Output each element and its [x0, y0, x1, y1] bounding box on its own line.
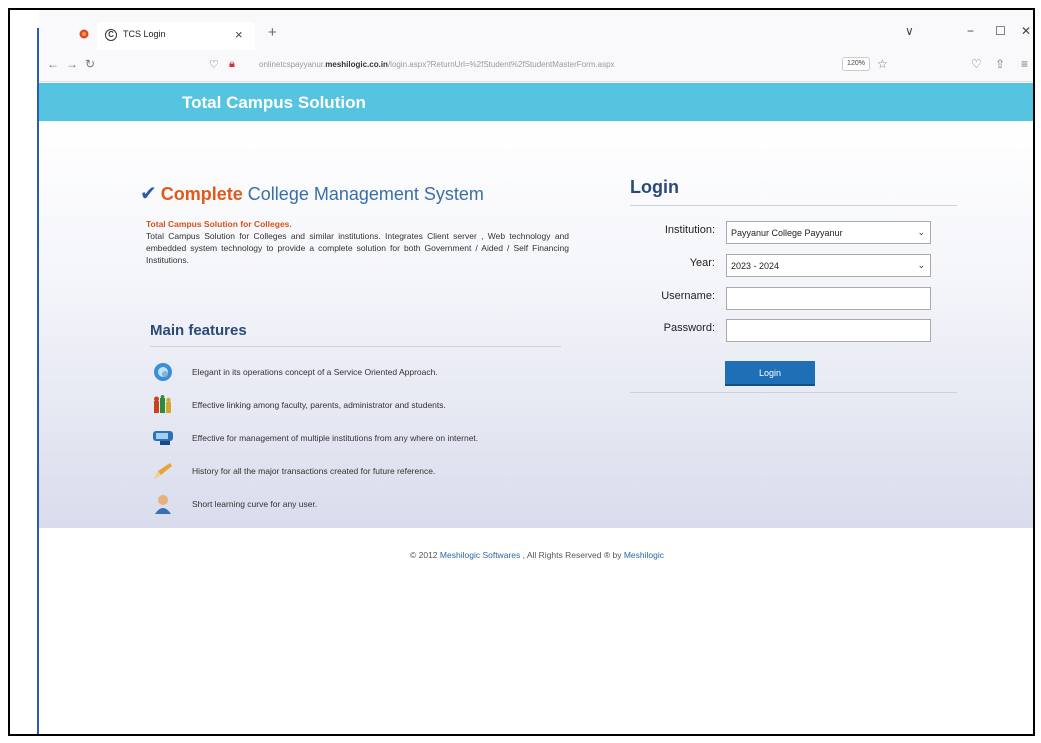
- login-divider: [630, 205, 957, 206]
- password-field[interactable]: [726, 319, 931, 342]
- checkmark-icon: ✔: [140, 183, 157, 205]
- tab-tcs-login[interactable]: C TCS Login ×: [97, 22, 255, 50]
- institution-selected-value: Payyanur College Payyanur: [731, 228, 843, 238]
- menu-icon[interactable]: ≡: [1021, 57, 1028, 71]
- browser-window: C TCS Login × + ∨ − ☐ ✕ ← → ↻ ♡ 🔒︎ onlin…: [8, 8, 1035, 736]
- intro-subtitle: Total Campus Solution for Colleges.: [146, 219, 292, 229]
- tab-title: TCS Login: [123, 29, 166, 39]
- minimize-icon[interactable]: −: [967, 24, 974, 38]
- year-selected-value: 2023 - 2024: [731, 261, 780, 271]
- people-icon: [154, 395, 171, 413]
- maximize-icon[interactable]: ☐: [995, 24, 1006, 38]
- tab-strip: C TCS Login × + ∨ − ☐ ✕: [39, 10, 1033, 50]
- bookmark-star-icon[interactable]: ☆: [877, 57, 888, 71]
- footer-brand-link[interactable]: Meshilogic: [624, 550, 664, 560]
- features-title: Main features: [150, 322, 247, 339]
- footer-copyright: © 2012: [410, 550, 438, 560]
- close-window-icon[interactable]: ✕: [1021, 24, 1031, 38]
- address-bar[interactable]: onlinetcspayyanur.meshilogic.co.in/login…: [259, 60, 615, 69]
- features-divider: [150, 346, 561, 347]
- chevron-down-icon: ⌄: [917, 260, 925, 270]
- footer-rights: , All Rights Reserved ® by: [522, 550, 622, 560]
- cms-heading-highlight: Complete: [160, 184, 243, 204]
- institution-select[interactable]: Payyanur College Payyanur ⌄: [726, 221, 931, 244]
- username-label: Username:: [661, 290, 715, 302]
- chevron-down-icon: ⌄: [917, 227, 925, 237]
- close-tab-icon[interactable]: ×: [235, 27, 243, 42]
- user-icon: [155, 495, 171, 514]
- extensions-icon[interactable]: ⇧: [995, 57, 1005, 71]
- shield-icon[interactable]: ♡: [209, 58, 219, 71]
- login-button[interactable]: Login: [725, 361, 815, 386]
- cms-heading: ✔ Complete College Management System: [140, 181, 484, 206]
- pencil-icon: [154, 463, 172, 479]
- navigation-bar: ← → ↻ ♡ 🔒︎ onlinetcspayyanur.meshilogic.…: [39, 50, 1033, 82]
- chevron-down-icon[interactable]: ∨: [905, 24, 914, 38]
- year-select[interactable]: 2023 - 2024 ⌄: [726, 254, 931, 277]
- page-footer: © 2012 Meshilogic Softwares , All Rights…: [39, 550, 1033, 560]
- forward-icon[interactable]: →: [66, 57, 78, 71]
- firefox-icon[interactable]: [79, 29, 89, 39]
- username-field[interactable]: [726, 287, 931, 310]
- page-title: Total Campus Solution: [182, 93, 366, 112]
- page-header: Total Campus Solution: [39, 83, 1033, 121]
- year-label: Year:: [689, 257, 715, 269]
- reload-icon[interactable]: ↻: [85, 57, 95, 71]
- institution-label: Institution:: [664, 224, 715, 236]
- network-icon: [153, 431, 173, 445]
- login-title: Login: [630, 177, 679, 197]
- password-label: Password:: [663, 322, 715, 334]
- cms-heading-rest: College Management System: [247, 184, 484, 204]
- intro-description: Total Campus Solution for Colleges and s…: [146, 231, 569, 265]
- lock-icon[interactable]: 🔒︎: [229, 58, 235, 71]
- globe-icon: [154, 363, 172, 381]
- back-icon[interactable]: ←: [47, 57, 59, 71]
- footer-company-link[interactable]: Meshilogic Softwares: [440, 550, 520, 560]
- site-favicon-icon: C: [105, 29, 117, 41]
- login-bottom-divider: [630, 392, 957, 393]
- main-content: ✔ Complete College Management System Tota…: [39, 121, 1033, 528]
- pocket-icon[interactable]: ♡: [971, 57, 982, 71]
- new-tab-icon[interactable]: +: [268, 24, 277, 41]
- zoom-indicator[interactable]: 120%: [842, 57, 870, 71]
